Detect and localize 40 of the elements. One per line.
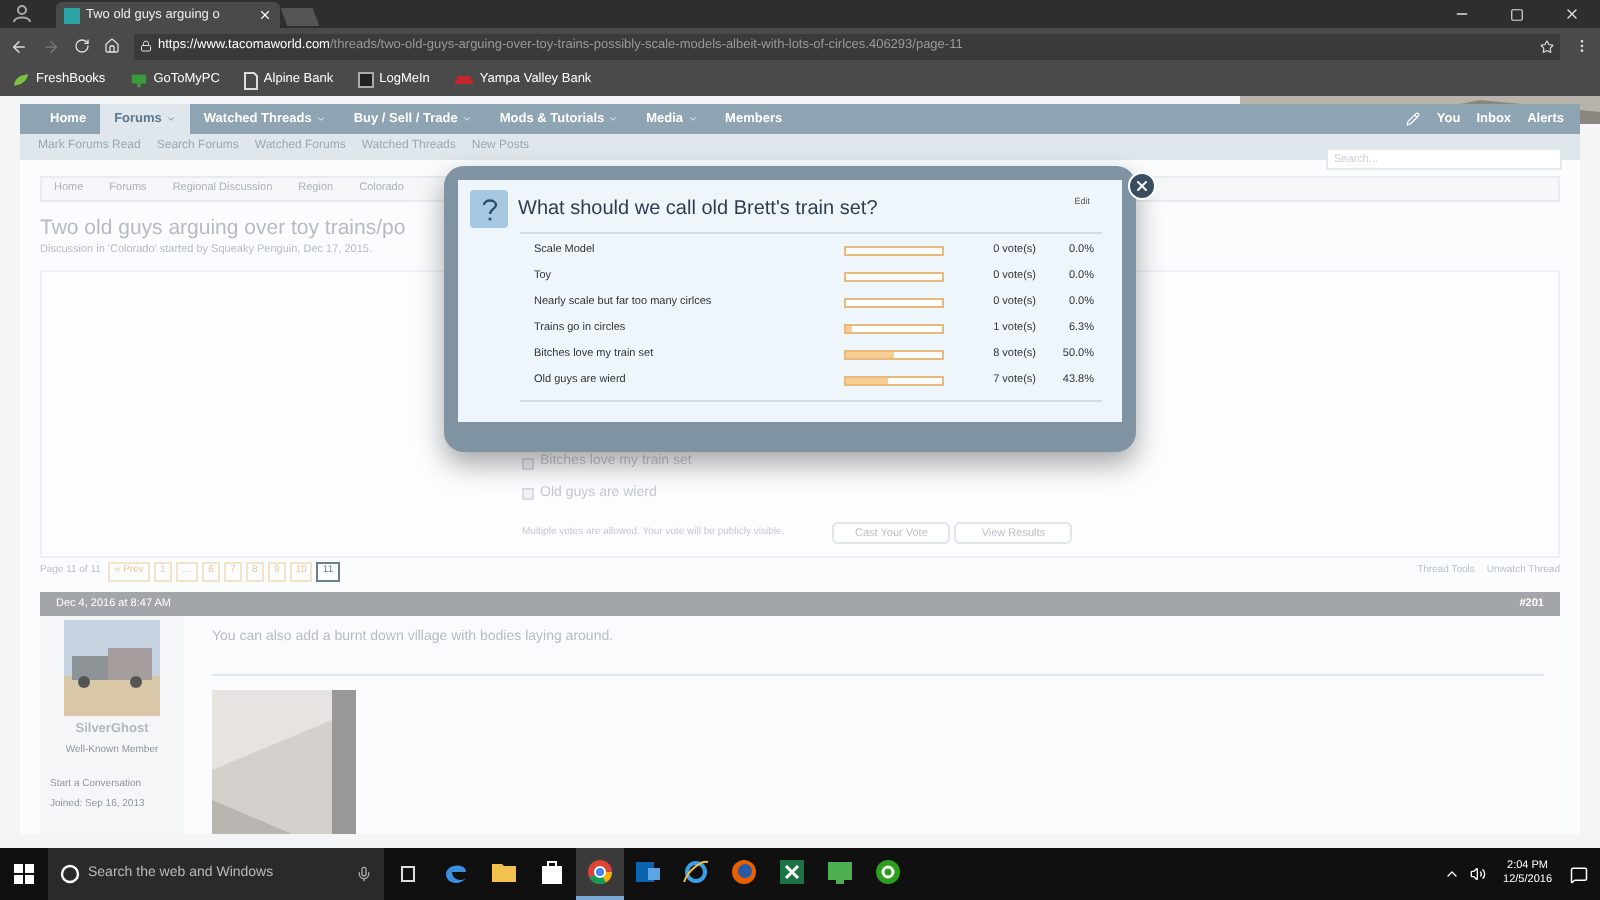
folder-icon[interactable] <box>490 858 518 886</box>
question-icon <box>470 190 508 228</box>
caret-icon <box>461 114 472 124</box>
browser-icon[interactable] <box>682 858 710 886</box>
site-icon <box>64 7 80 23</box>
close-tab-icon[interactable] <box>258 8 272 22</box>
checkbox[interactable] <box>522 488 534 500</box>
caret-icon <box>608 114 619 124</box>
caret-icon <box>315 114 326 124</box>
windows-icon <box>14 864 34 884</box>
cortana-icon <box>60 864 80 884</box>
maximize-icon[interactable] <box>1510 7 1524 21</box>
task-view-icon <box>398 866 418 882</box>
notifications-icon[interactable] <box>1570 865 1588 883</box>
back-icon[interactable] <box>10 37 28 55</box>
bookmark-star-icon[interactable] <box>1540 39 1554 53</box>
leaf-icon <box>12 72 30 88</box>
thread-title: Two old guys arguing over toy trains/po <box>40 214 406 242</box>
home-icon[interactable] <box>104 38 120 54</box>
close-button[interactable] <box>1128 172 1156 200</box>
close-icon[interactable] <box>1564 6 1580 22</box>
checkbox[interactable] <box>522 457 534 469</box>
profile-icon <box>12 4 32 22</box>
monitor-icon <box>129 72 148 88</box>
tray-expand-icon[interactable] <box>1443 866 1460 882</box>
square-icon <box>357 72 374 88</box>
caret-icon <box>165 114 176 124</box>
shopping-bag-icon[interactable] <box>538 858 566 886</box>
volume-icon[interactable] <box>1469 866 1486 882</box>
taskbar-app[interactable] <box>576 848 624 900</box>
spreadsheet-icon[interactable] <box>778 858 806 886</box>
lock-icon <box>140 40 152 52</box>
microphone-icon[interactable] <box>356 866 372 882</box>
poll-title: What should we call old Brett's train set? <box>518 196 878 224</box>
close-icon <box>1134 178 1150 194</box>
monitor-icon[interactable] <box>826 858 854 886</box>
reload-icon[interactable] <box>74 38 90 54</box>
mail-icon[interactable] <box>634 858 662 886</box>
caret-icon <box>687 114 698 124</box>
page-icon <box>243 71 258 89</box>
